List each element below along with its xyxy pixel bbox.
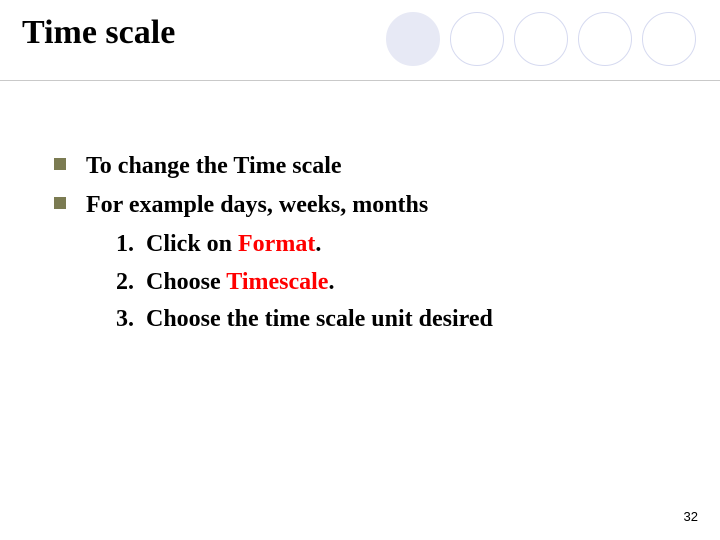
list-item: 3. Choose the time scale unit desired [102, 301, 680, 338]
bullet-icon [54, 197, 66, 209]
step-text: Click on Format. [146, 226, 321, 263]
title-area: Time scale [22, 14, 720, 52]
horizontal-rule [0, 80, 720, 81]
page-number: 32 [684, 509, 698, 524]
step-number: 3. [102, 301, 134, 338]
list-item: 1. Click on Format. [102, 226, 680, 263]
bullet-icon [54, 158, 66, 170]
bullet-item: To change the Time scale [54, 148, 680, 185]
bullet-item: For example days, weeks, months [54, 187, 680, 224]
bullet-text: To change the Time scale [86, 148, 342, 185]
bullet-text: For example days, weeks, months [86, 187, 428, 224]
list-item: 2. Choose Timescale. [102, 264, 680, 301]
step-text: Choose Timescale. [146, 264, 334, 301]
step-number: 2. [102, 264, 134, 301]
step-number: 1. [102, 226, 134, 263]
slide-content: To change the Time scale For example day… [54, 148, 680, 338]
step-text: Choose the time scale unit desired [146, 301, 493, 338]
slide-title: Time scale [22, 14, 720, 52]
numbered-list: 1. Click on Format. 2. Choose Timescale.… [102, 226, 680, 338]
